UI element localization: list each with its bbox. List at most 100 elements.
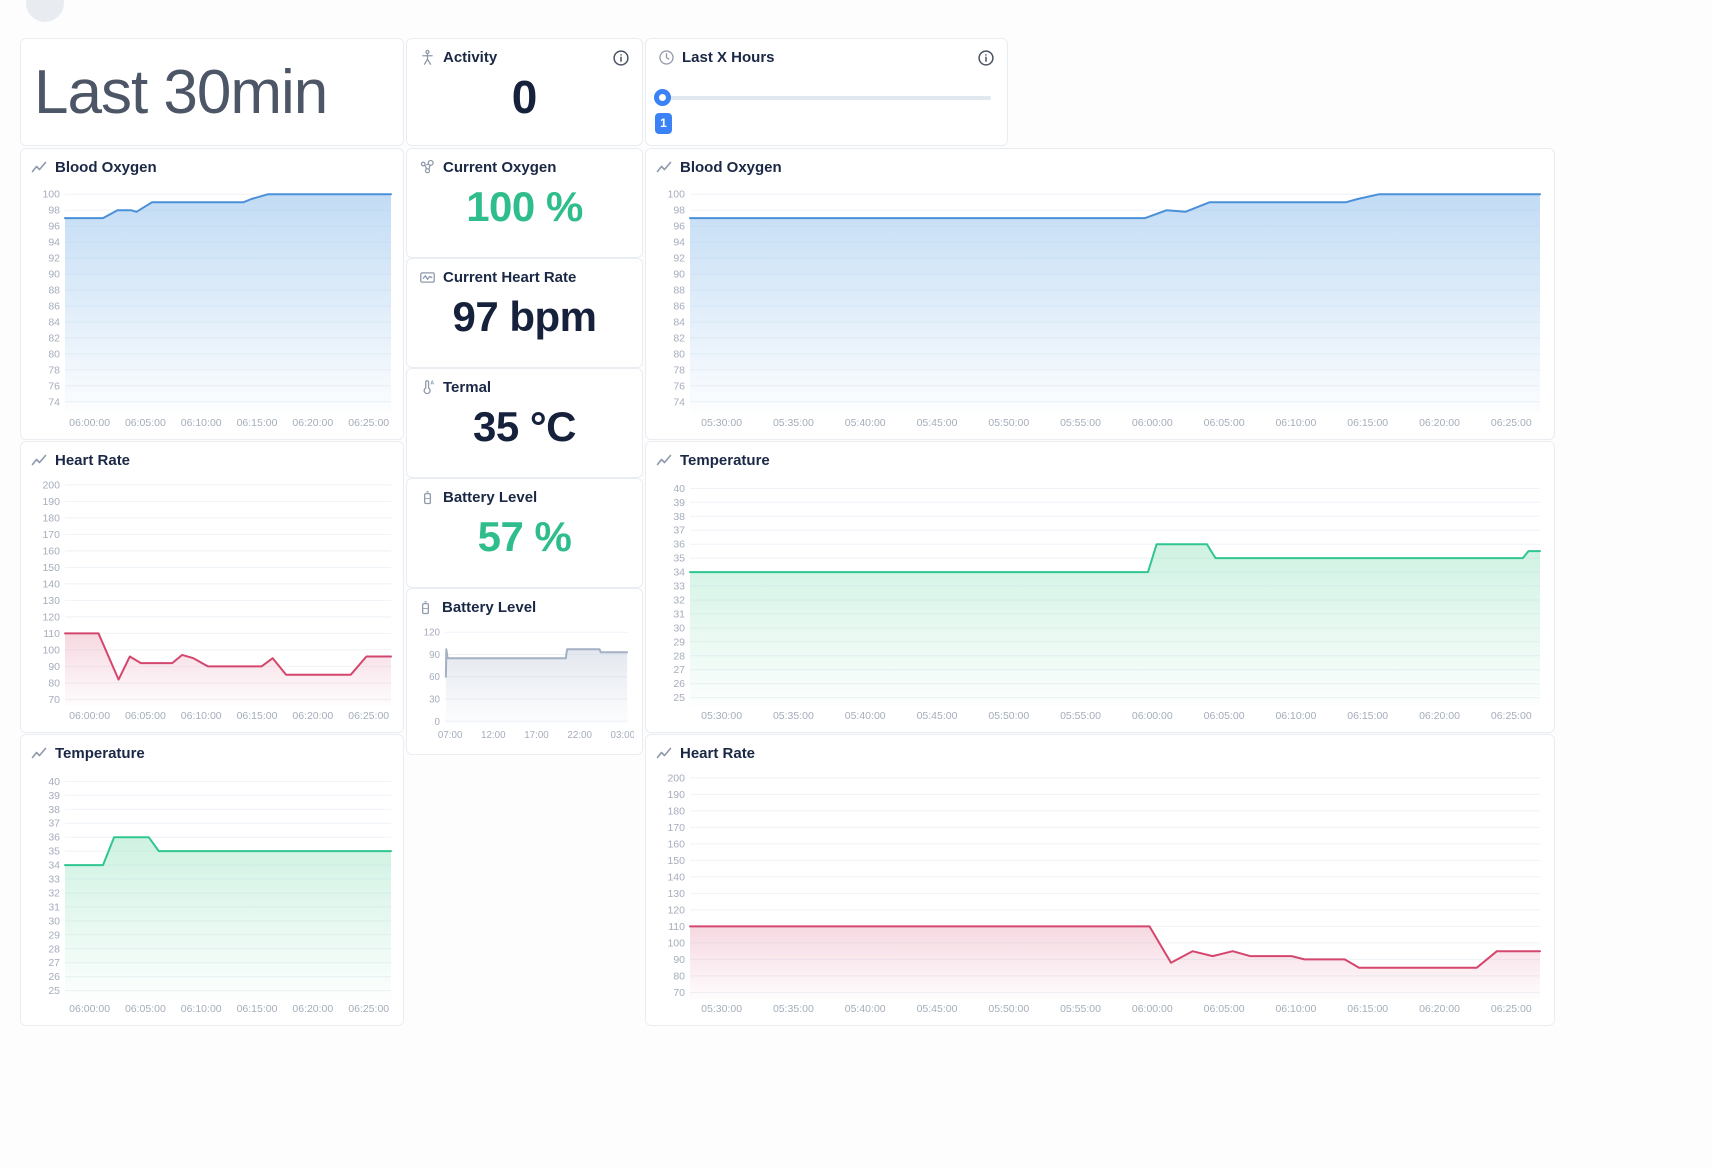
svg-text:32: 32 [673, 595, 685, 607]
svg-text:06:25:00: 06:25:00 [348, 710, 389, 722]
svg-text:06:25:00: 06:25:00 [348, 417, 389, 429]
svg-text:06:15:00: 06:15:00 [1347, 417, 1388, 429]
trend-line-icon [656, 160, 672, 176]
chart-title: Battery Level [442, 599, 536, 616]
trend-line-icon [656, 746, 672, 762]
svg-text:35: 35 [673, 553, 685, 565]
activity-label: Activity [443, 49, 497, 66]
svg-text:78: 78 [48, 364, 60, 376]
trend-line-icon [31, 160, 47, 176]
svg-text:26: 26 [48, 971, 60, 983]
svg-text:86: 86 [673, 301, 685, 313]
svg-text:06:10:00: 06:10:00 [1275, 710, 1316, 722]
svg-text:06:10:00: 06:10:00 [1275, 1003, 1316, 1015]
svg-text:36: 36 [673, 539, 685, 551]
svg-text:40: 40 [673, 483, 685, 495]
svg-text:06:05:00: 06:05:00 [1204, 1003, 1245, 1015]
svg-text:22:00: 22:00 [567, 730, 592, 741]
svg-text:06:00:00: 06:00:00 [69, 1003, 110, 1015]
chart-temperature-30min: 4039383736353433323130292827262506:00:00… [31, 766, 397, 1016]
svg-text:170: 170 [667, 822, 685, 834]
svg-text:05:40:00: 05:40:00 [845, 710, 886, 722]
svg-text:27: 27 [673, 664, 685, 676]
svg-text:03:00: 03:00 [611, 730, 634, 741]
last-x-hours-card: Last X Hours 1 [645, 38, 1008, 146]
svg-text:38: 38 [673, 511, 685, 523]
svg-text:96: 96 [673, 221, 685, 233]
svg-text:06:20:00: 06:20:00 [292, 710, 333, 722]
svg-text:06:15:00: 06:15:00 [1347, 1003, 1388, 1015]
svg-text:06:05:00: 06:05:00 [1204, 710, 1245, 722]
card-temperature-1h: Temperature 4039383736353433323130292827… [645, 441, 1555, 733]
svg-text:05:50:00: 05:50:00 [988, 710, 1029, 722]
svg-text:A: A [430, 381, 434, 387]
svg-text:200: 200 [42, 479, 60, 491]
svg-text:05:50:00: 05:50:00 [988, 417, 1029, 429]
svg-text:26: 26 [673, 678, 685, 690]
svg-text:06:20:00: 06:20:00 [1419, 417, 1460, 429]
svg-text:84: 84 [48, 317, 60, 329]
svg-text:39: 39 [673, 497, 685, 509]
svg-text:80: 80 [673, 970, 685, 982]
svg-text:98: 98 [673, 205, 685, 217]
info-icon[interactable] [612, 49, 630, 67]
svg-text:90: 90 [48, 661, 60, 673]
chart-title: Blood Oxygen [55, 159, 157, 176]
svg-text:06:15:00: 06:15:00 [1347, 710, 1388, 722]
svg-text:05:45:00: 05:45:00 [917, 710, 958, 722]
svg-text:170: 170 [42, 529, 60, 541]
card-temperature-30min: Temperature 4039383736353433323130292827… [20, 734, 404, 1026]
svg-text:06:00:00: 06:00:00 [69, 417, 110, 429]
svg-text:37: 37 [48, 818, 60, 830]
svg-text:33: 33 [48, 874, 60, 886]
svg-text:190: 190 [667, 789, 685, 801]
svg-text:130: 130 [42, 595, 60, 607]
svg-text:06:00:00: 06:00:00 [1132, 417, 1173, 429]
info-icon[interactable] [977, 49, 995, 67]
svg-text:130: 130 [667, 888, 685, 900]
svg-text:160: 160 [667, 838, 685, 850]
svg-text:34: 34 [673, 567, 685, 579]
svg-text:05:55:00: 05:55:00 [1060, 417, 1101, 429]
thermal-label: Termal [443, 379, 491, 396]
svg-text:92: 92 [48, 253, 60, 265]
svg-text:190: 190 [42, 496, 60, 508]
svg-text:06:20:00: 06:20:00 [1419, 710, 1460, 722]
svg-text:05:50:00: 05:50:00 [988, 1003, 1029, 1015]
svg-text:29: 29 [48, 929, 60, 941]
card-blood-oxygen-1h: Blood Oxygen 100989694929088868482807876… [645, 148, 1555, 440]
svg-text:0: 0 [435, 717, 441, 728]
chart-title: Heart Rate [680, 745, 755, 762]
svg-text:90: 90 [48, 269, 60, 281]
svg-text:180: 180 [42, 512, 60, 524]
svg-text:32: 32 [48, 888, 60, 900]
svg-text:60: 60 [429, 672, 440, 683]
svg-text:40: 40 [48, 776, 60, 788]
svg-text:05:40:00: 05:40:00 [845, 417, 886, 429]
chart-heart-rate-30min: 2001901801701601501401301201101009080700… [31, 473, 397, 723]
svg-text:76: 76 [673, 380, 685, 392]
page-loader-circle [26, 0, 64, 22]
svg-text:90: 90 [429, 650, 440, 661]
svg-text:84: 84 [673, 317, 685, 329]
time-range-title-card: Last 30min [20, 38, 404, 146]
svg-text:80: 80 [48, 348, 60, 360]
svg-text:110: 110 [668, 921, 685, 933]
chart-blood-oxygen-30min: 1009896949290888684828078767406:00:0006:… [31, 180, 397, 430]
svg-text:30: 30 [429, 695, 440, 706]
svg-text:39: 39 [48, 790, 60, 802]
svg-text:74: 74 [673, 396, 685, 408]
svg-text:29: 29 [673, 636, 685, 648]
chart-battery-level: 120906030007:0012:0017:0022:0003:00 [417, 620, 634, 742]
hours-slider-track[interactable] [661, 96, 991, 100]
svg-text:86: 86 [48, 301, 60, 313]
svg-text:06:15:00: 06:15:00 [237, 1003, 278, 1015]
hours-slider-handle[interactable] [654, 89, 671, 106]
svg-text:36: 36 [48, 832, 60, 844]
svg-text:100: 100 [667, 937, 685, 949]
card-battery-level-chart: Battery Level 120906030007:0012:0017:002… [406, 588, 643, 755]
svg-text:05:30:00: 05:30:00 [701, 417, 742, 429]
svg-text:05:55:00: 05:55:00 [1060, 710, 1101, 722]
trend-line-icon [31, 746, 47, 762]
svg-text:120: 120 [424, 628, 441, 639]
